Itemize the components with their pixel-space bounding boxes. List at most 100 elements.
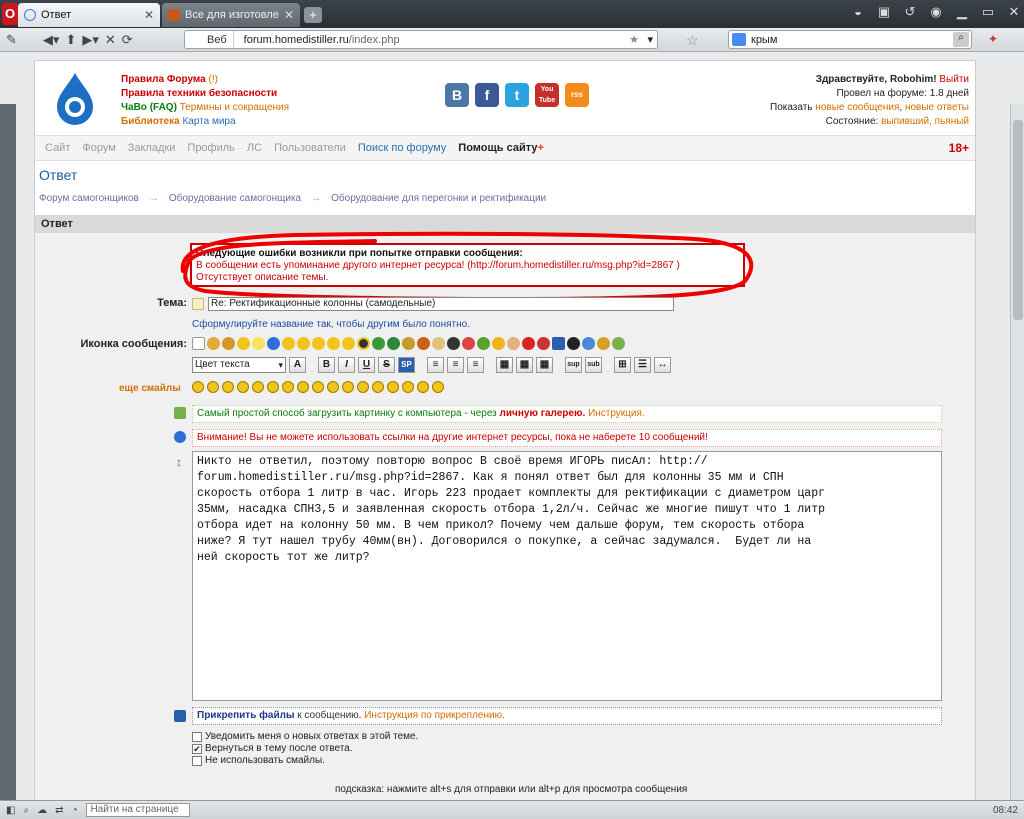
up-button[interactable]: ⬆: [65, 32, 76, 48]
ball-icon[interactable]: [417, 337, 430, 350]
save-icon[interactable]: [552, 337, 565, 350]
rules-link[interactable]: Правила Форума: [121, 74, 206, 85]
new-answers-link[interactable]: новые ответы: [905, 102, 969, 113]
nav-item-bookmarks[interactable]: Закладки: [128, 142, 176, 154]
smiley-icon[interactable]: [372, 381, 384, 393]
italic-button[interactable]: I: [338, 357, 355, 373]
nav-item-profile[interactable]: Профиль: [187, 142, 235, 154]
smiley-icon[interactable]: [237, 381, 249, 393]
address-url[interactable]: forum.homedistiller.ru/index.php: [234, 34, 400, 46]
flag-icon[interactable]: [597, 337, 610, 350]
scrollbar-thumb[interactable]: [1013, 120, 1023, 320]
smiley-icon[interactable]: [252, 381, 264, 393]
smiley-icon[interactable]: [342, 381, 354, 393]
safety-link[interactable]: Правила техники безопасности: [121, 88, 277, 99]
close-tab-icon[interactable]: ✕: [284, 8, 294, 22]
map-link[interactable]: Карта мира: [182, 116, 235, 127]
speech-icon[interactable]: [582, 337, 595, 350]
wink-icon[interactable]: [312, 337, 325, 350]
tab-active[interactable]: Ответ ✕: [18, 3, 160, 27]
panel-toggle-icon[interactable]: ◧: [6, 805, 15, 816]
maximize-icon[interactable]: ▭: [978, 4, 998, 20]
share-icon[interactable]: ⇄: [55, 805, 63, 816]
return-checkbox[interactable]: ✔: [192, 744, 202, 754]
smiley-icon[interactable]: [312, 381, 324, 393]
smile-icon[interactable]: [282, 337, 295, 350]
heart-icon[interactable]: [522, 337, 535, 350]
close-tab-icon[interactable]: ✕: [144, 8, 154, 22]
trash-icon[interactable]: ◒: [848, 4, 868, 20]
align-right-button[interactable]: ≡: [467, 357, 484, 373]
radiation-icon[interactable]: [357, 337, 370, 350]
logout-link[interactable]: Выйти: [939, 74, 969, 85]
panel-icon[interactable]: ▣: [874, 4, 894, 20]
more-smileys-link[interactable]: еще смайлы: [119, 383, 181, 394]
blank-icon[interactable]: [192, 337, 205, 350]
breadcrumb-item[interactable]: Форум самогонщиков: [39, 193, 139, 204]
attach-files-link[interactable]: Прикрепить файлы: [197, 710, 294, 721]
breadcrumb-item[interactable]: Оборудование для перегонки и ректификаци…: [331, 193, 546, 204]
smiley-icon[interactable]: [387, 381, 399, 393]
smiley-icon[interactable]: [207, 381, 219, 393]
stop-icon[interactable]: ✕: [105, 32, 116, 48]
gallery-link[interactable]: личную галерею.: [500, 408, 586, 419]
trophy-icon[interactable]: [402, 337, 415, 350]
question-icon[interactable]: [267, 337, 280, 350]
subject-icon-picker[interactable]: [192, 298, 204, 310]
scroll-icon[interactable]: [432, 337, 445, 350]
table-button[interactable]: ▦: [496, 357, 513, 373]
lightning-icon[interactable]: [492, 337, 505, 350]
bomb-icon[interactable]: [567, 337, 580, 350]
back-button[interactable]: ◀▾: [43, 32, 60, 48]
youtube-icon[interactable]: You Tube: [535, 83, 559, 107]
notify-checkbox[interactable]: [192, 732, 202, 742]
lightbulb-icon[interactable]: [252, 337, 265, 350]
thumbs-down-icon[interactable]: [222, 337, 235, 350]
spoiler-button[interactable]: SP: [398, 357, 415, 373]
thumbs-up-icon[interactable]: [207, 337, 220, 350]
strike-button[interactable]: S: [378, 357, 395, 373]
superscript-button[interactable]: sup: [565, 357, 582, 373]
forward-button[interactable]: ▶▾: [82, 32, 99, 48]
drop-logo-icon[interactable]: [53, 71, 97, 125]
smiley-icon[interactable]: [402, 381, 414, 393]
smiley-icon[interactable]: [417, 381, 429, 393]
speed-icon[interactable]: ◔: [71, 805, 77, 816]
tab-inactive[interactable]: Все для изготовления ... ✕: [162, 3, 300, 27]
facebook-icon[interactable]: f: [475, 83, 499, 107]
smiley-icon[interactable]: [432, 381, 444, 393]
text-color-select[interactable]: Цвет текста: [192, 357, 286, 373]
new-tab-button[interactable]: +: [304, 7, 322, 23]
hr-button[interactable]: ↔: [654, 357, 671, 373]
minimize-icon[interactable]: ▁: [952, 4, 972, 20]
resize-icon[interactable]: ↕: [176, 455, 182, 469]
undo-icon[interactable]: ↺: [900, 4, 920, 20]
attach-instruction-link[interactable]: Инструкция по прикреплению.: [364, 710, 505, 721]
smiley-icon[interactable]: [222, 381, 234, 393]
address-bar[interactable]: Веб forum.homedistiller.ru/index.php ★ ▾: [184, 30, 658, 49]
smiley-icon[interactable]: [357, 381, 369, 393]
globe-icon[interactable]: [387, 337, 400, 350]
list-button[interactable]: ☰: [634, 357, 651, 373]
search-go-button[interactable]: ⌕: [953, 32, 969, 47]
star-icon[interactable]: ★: [629, 33, 639, 46]
pill-icon[interactable]: [462, 337, 475, 350]
hand-icon[interactable]: [507, 337, 520, 350]
smiley-icon[interactable]: [297, 381, 309, 393]
font-size-button[interactable]: A: [289, 357, 306, 373]
search-input[interactable]: крым ⌕: [728, 30, 972, 49]
nav-item-search[interactable]: Поиск по форуму: [358, 142, 446, 154]
clock-icon[interactable]: [612, 337, 625, 350]
nav-item-forum[interactable]: Форум: [82, 142, 115, 154]
no-smileys-checkbox[interactable]: [192, 756, 202, 766]
message-textarea[interactable]: Никто не ответил, поэтому повторю вопрос…: [192, 451, 942, 701]
reload-icon[interactable]: ⟳: [122, 32, 133, 48]
subject-input[interactable]: Re: Ректификационные колонны (самодельны…: [208, 297, 674, 311]
quote-button[interactable]: ⊞: [614, 357, 631, 373]
pen-icon[interactable]: [447, 337, 460, 350]
bookmark-icon[interactable]: ☆: [686, 32, 699, 49]
music-icon[interactable]: [477, 337, 490, 350]
zoom-icon[interactable]: ⌕: [23, 805, 29, 816]
cloud-icon[interactable]: ☁: [37, 805, 47, 816]
twitter-icon[interactable]: t: [505, 83, 529, 107]
